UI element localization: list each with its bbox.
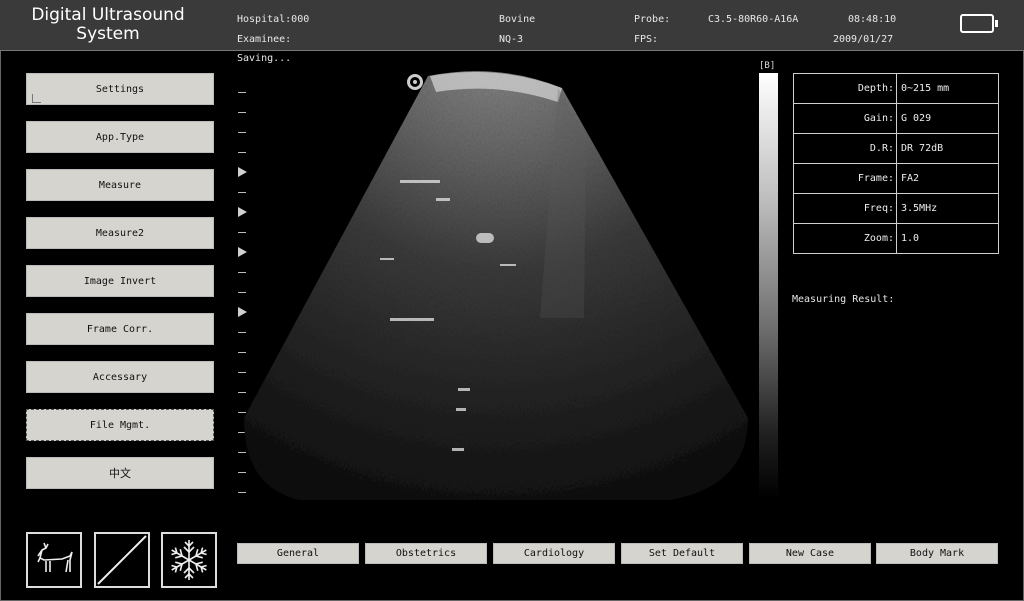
app-title: Digital Ultrasound System — [31, 5, 185, 44]
param-value: 3.5MHz — [896, 193, 999, 224]
param-value: DR 72dB — [896, 133, 999, 164]
param-key: Zoom: — [793, 223, 897, 254]
grayscale-label: [B] — [759, 61, 776, 71]
obstetrics-label: Obstetrics — [395, 548, 457, 559]
measure-button[interactable]: Measure — [26, 169, 214, 201]
measuring-result-label: Measuring Result: — [792, 294, 895, 305]
general-button[interactable]: General — [237, 543, 359, 564]
snowflake-icon[interactable] — [161, 532, 217, 588]
param-value: 1.0 — [896, 223, 999, 254]
param-row-dynamic-range: D.R: DR 72dB — [793, 133, 999, 164]
set-default-button[interactable]: Set Default — [621, 543, 743, 564]
param-row-frequency: Freq: 3.5MHz — [793, 193, 999, 224]
examinee-field: Examinee: — [237, 34, 292, 45]
cardiology-label: Cardiology — [523, 548, 585, 559]
param-key: Depth: — [793, 73, 897, 104]
nq-label: NQ-3 — [499, 34, 524, 45]
corner-marker — [32, 94, 41, 103]
measure2-label: Measure2 — [95, 227, 145, 239]
ultrasound-image[interactable] — [240, 68, 752, 503]
clock-time: 08:48:10 — [848, 14, 897, 25]
app-type-label: App.Type — [95, 131, 145, 143]
chinese-language-label: 中文 — [109, 467, 131, 480]
param-key: D.R: — [793, 133, 897, 164]
probe-orientation-icon — [407, 74, 423, 90]
cardiology-button[interactable]: Cardiology — [493, 543, 615, 564]
image-invert-button[interactable]: Image Invert — [26, 265, 214, 297]
param-row-gain: Gain: G 029 — [793, 103, 999, 134]
body-mark-label: Body Mark — [909, 548, 965, 559]
general-label: General — [276, 548, 320, 559]
measure-label: Measure — [98, 179, 142, 191]
param-row-zoom: Zoom: 1.0 — [793, 223, 999, 254]
new-case-button[interactable]: New Case — [749, 543, 871, 564]
param-key: Freq: — [793, 193, 897, 224]
probe-label: Probe: — [634, 14, 671, 25]
param-key: Frame: — [793, 163, 897, 194]
grayscale-bar — [759, 73, 778, 498]
fps-label: FPS: — [634, 34, 659, 45]
file-mgmt-label: File Mgmt. — [89, 419, 151, 431]
param-key: Gain: — [793, 103, 897, 134]
probe-value: C3.5-80R60-A16A — [708, 14, 799, 25]
parameter-table: Depth: 0~215 mm Gain: G 029 D.R: DR 72dB Fr… — [793, 73, 999, 254]
frame-corr-button[interactable]: Frame Corr. — [26, 313, 214, 345]
set-default-label: Set Default — [648, 548, 716, 559]
image-invert-label: Image Invert — [83, 275, 157, 287]
app-type-button[interactable]: App.Type — [26, 121, 214, 153]
goat-icon[interactable] — [26, 532, 82, 588]
settings-button[interactable]: Settings — [26, 73, 214, 105]
accessary-button[interactable]: Accessary — [26, 361, 214, 393]
diagonal-line-icon[interactable] — [94, 532, 150, 588]
date-label: 2009/01/27 — [833, 34, 894, 45]
header-bar: Digital Ultrasound System Hospital:000 E… — [0, 0, 1024, 51]
battery-icon — [960, 14, 998, 33]
param-value: 0~215 mm — [896, 73, 999, 104]
file-mgmt-button[interactable]: File Mgmt. — [26, 409, 214, 441]
param-row-depth: Depth: 0~215 mm — [793, 73, 999, 104]
new-case-label: New Case — [785, 548, 835, 559]
measure2-button[interactable]: Measure2 — [26, 217, 214, 249]
frame-corr-label: Frame Corr. — [86, 323, 154, 335]
hospital-field: Hospital:000 — [237, 14, 310, 25]
chinese-language-button[interactable]: 中文 — [26, 457, 214, 489]
species-label: Bovine — [499, 14, 536, 25]
accessary-label: Accessary — [92, 371, 148, 383]
status-text: Saving... — [237, 53, 292, 64]
body-mark-button[interactable]: Body Mark — [876, 543, 998, 564]
param-row-frame: Frame: FA2 — [793, 163, 999, 194]
obstetrics-button[interactable]: Obstetrics — [365, 543, 487, 564]
settings-label: Settings — [95, 83, 145, 95]
param-value: FA2 — [896, 163, 999, 194]
param-value: G 029 — [896, 103, 999, 134]
